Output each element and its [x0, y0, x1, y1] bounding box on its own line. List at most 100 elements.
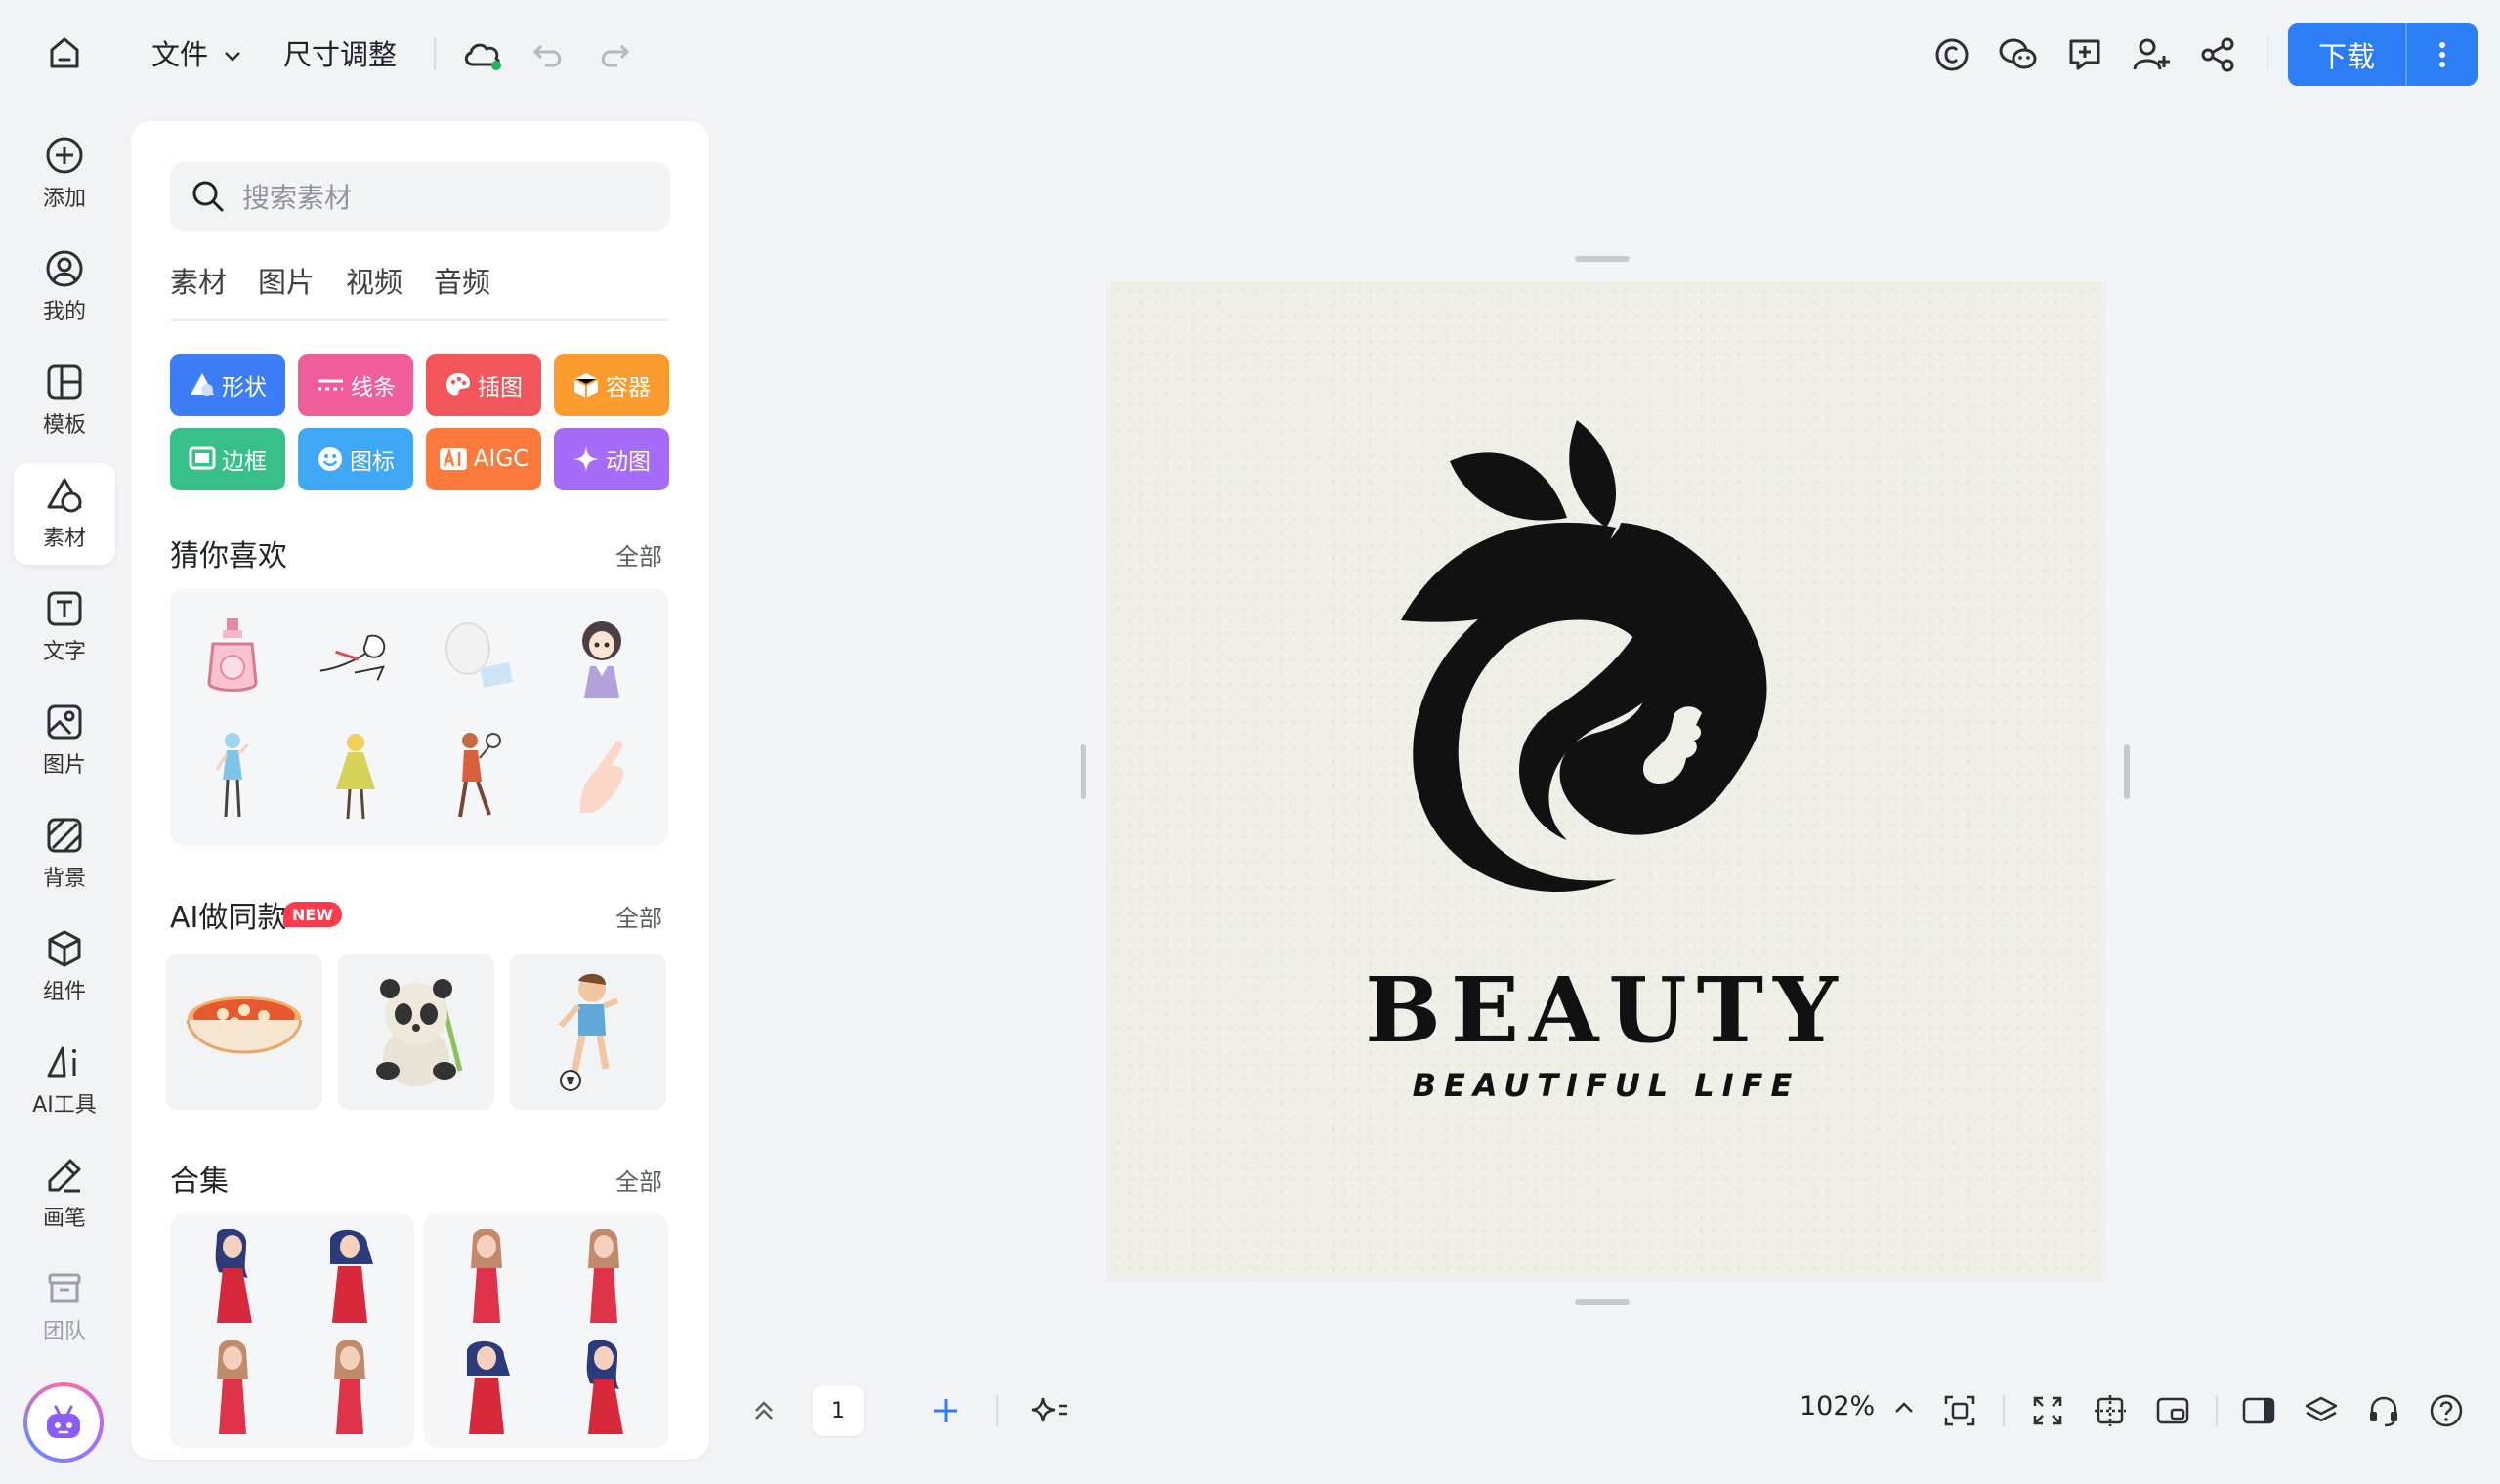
- category-label: 容器: [606, 375, 651, 401]
- see-all-collections-link[interactable]: 全部: [615, 1163, 662, 1197]
- palette-icon: [446, 373, 470, 396]
- face-mask-thumbnail[interactable]: [439, 608, 517, 705]
- add-page-icon[interactable]: [920, 1385, 971, 1436]
- canvas-resize-handle-top[interactable]: [1575, 256, 1630, 262]
- lines-icon: [318, 379, 343, 391]
- ai-badge-icon: [439, 447, 467, 470]
- ai-icon: [47, 1046, 76, 1078]
- category-animations-button[interactable]: 动图: [554, 428, 669, 490]
- perfume-bottle-thumbnail[interactable]: [193, 608, 272, 705]
- sketch-character-thumbnail[interactable]: [317, 608, 395, 705]
- zoom-level[interactable]: 102%: [1800, 1391, 1915, 1421]
- download-button[interactable]: 下载: [2288, 23, 2405, 86]
- rail-item-team[interactable]: 团队: [14, 1256, 115, 1358]
- cloud-save-icon[interactable]: [455, 27, 510, 82]
- dancer-thumbnail[interactable]: [193, 727, 272, 825]
- canvas-resize-handle-right[interactable]: [2124, 744, 2130, 799]
- tab-videos[interactable]: 视频: [346, 260, 403, 301]
- tab-assets[interactable]: 素材: [170, 260, 227, 301]
- category-lines-button[interactable]: 线条: [298, 354, 413, 416]
- undo-icon[interactable]: [522, 27, 576, 82]
- wechat-icon[interactable]: [1991, 27, 2046, 82]
- new-badge: NEW: [283, 902, 342, 927]
- see-all-ai-link[interactable]: 全部: [615, 899, 662, 933]
- category-containers-button[interactable]: 容器: [554, 354, 669, 416]
- collapse-pages-icon[interactable]: [739, 1385, 789, 1436]
- help-icon[interactable]: [2421, 1385, 2472, 1436]
- beauty-logo-emblem[interactable]: [1391, 420, 1841, 938]
- anime-girl-thumbnail[interactable]: [563, 608, 641, 705]
- rail-label: 素材: [42, 527, 86, 551]
- rail-item-templates[interactable]: 模板: [14, 350, 115, 451]
- grid-guides-icon[interactable]: [2085, 1385, 2136, 1436]
- headset-support-icon[interactable]: [2358, 1385, 2409, 1436]
- category-label: 动图: [606, 449, 651, 475]
- more-options-icon[interactable]: [2407, 23, 2478, 86]
- ai-template-soccer-boy-card[interactable]: [510, 954, 666, 1110]
- yellow-dress-girl-thumbnail[interactable]: [317, 727, 395, 825]
- soccer-boy-image: [558, 973, 619, 1091]
- rail-item-text[interactable]: 文字: [14, 576, 115, 678]
- category-icons-button[interactable]: 图标: [298, 428, 413, 490]
- picture-in-picture-icon[interactable]: [2147, 1385, 2198, 1436]
- red-dress-woman-image: [586, 1340, 623, 1434]
- rail-item-images[interactable]: 图片: [14, 690, 115, 791]
- tab-audio[interactable]: 音频: [434, 260, 490, 301]
- tennis-player-thumbnail[interactable]: [439, 727, 517, 825]
- fullscreen-icon[interactable]: [2022, 1385, 2073, 1436]
- category-label: 线条: [351, 375, 396, 401]
- add-user-icon[interactable]: [2124, 27, 2179, 82]
- collection-card-1[interactable]: [170, 1213, 414, 1448]
- rail-item-add[interactable]: 添加: [14, 123, 115, 225]
- red-dress-woman-image: [467, 1340, 510, 1434]
- search-input[interactable]: 搜索素材: [170, 162, 670, 231]
- section-title-collections: 合集: [170, 1165, 229, 1199]
- rail-item-assets[interactable]: 素材: [14, 463, 115, 565]
- sparkle-icon: [573, 446, 599, 472]
- brand-tagline-text[interactable]: BEAUTIFUL LIFE: [1108, 1067, 2104, 1104]
- section-title-recommended: 猜你喜欢: [170, 539, 287, 573]
- resize-button[interactable]: 尺寸调整: [283, 35, 397, 74]
- side-panel-icon[interactable]: [2233, 1385, 2284, 1436]
- fit-screen-icon[interactable]: [1934, 1385, 1985, 1436]
- smile-icon: [318, 447, 342, 471]
- hand-gesture-thumbnail[interactable]: [563, 727, 641, 825]
- design-canvas[interactable]: BEAUTY BEAUTIFUL LIFE: [1108, 283, 2104, 1280]
- canvas-resize-handle-bottom[interactable]: [1575, 1299, 1630, 1305]
- see-all-recommended-link[interactable]: 全部: [615, 537, 662, 572]
- ai-template-soup-card[interactable]: [166, 954, 322, 1110]
- page-number-indicator[interactable]: 1: [813, 1385, 864, 1436]
- red-dress-woman-image: [588, 1229, 619, 1323]
- brand-title-text[interactable]: BEAUTY: [1108, 957, 2104, 1063]
- ai-assistant-button[interactable]: [23, 1382, 104, 1463]
- category-shapes-button[interactable]: 形状: [170, 354, 285, 416]
- rail-label: 组件: [42, 980, 86, 1004]
- rail-item-mine[interactable]: 我的: [14, 236, 115, 338]
- background-icon: [47, 818, 82, 853]
- category-illustrations-button[interactable]: 插图: [426, 354, 541, 416]
- canvas-resize-handle-left[interactable]: [1081, 744, 1086, 799]
- ai-template-panda-card[interactable]: [338, 954, 494, 1110]
- copyright-icon[interactable]: [1925, 27, 1979, 82]
- category-aigc-button[interactable]: AIGC: [426, 428, 541, 490]
- smart-layout-icon[interactable]: [1024, 1385, 1075, 1436]
- rail-item-ai-tools[interactable]: AI工具: [14, 1030, 115, 1131]
- share-icon[interactable]: [2190, 27, 2245, 82]
- rail-item-components[interactable]: 组件: [14, 916, 115, 1018]
- layers-icon[interactable]: [2296, 1385, 2347, 1436]
- file-menu[interactable]: 文件: [151, 35, 242, 74]
- rail-label: 画笔: [42, 1207, 86, 1231]
- shapes-icon: [47, 478, 82, 513]
- box-icon: [573, 373, 599, 398]
- zoom-value: 102%: [1800, 1391, 1876, 1421]
- collection-card-2[interactable]: [424, 1213, 668, 1448]
- redo-icon[interactable]: [586, 27, 641, 82]
- home-icon[interactable]: [37, 25, 92, 80]
- rail-item-brush[interactable]: 画笔: [14, 1143, 115, 1245]
- category-frames-button[interactable]: 边框: [170, 428, 285, 490]
- tab-images[interactable]: 图片: [258, 260, 315, 301]
- rail-item-background[interactable]: 背景: [14, 803, 115, 905]
- chevron-down-icon: [223, 50, 242, 64]
- category-label: 边框: [222, 449, 267, 475]
- comment-add-icon[interactable]: [2057, 27, 2112, 82]
